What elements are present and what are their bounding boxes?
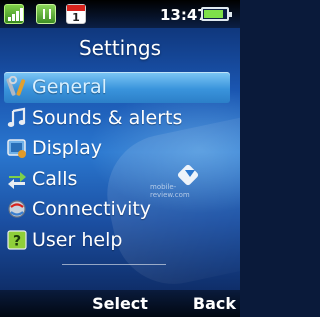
back-softkey[interactable]: Back	[193, 294, 236, 313]
wrench-screwdriver-icon	[6, 76, 28, 98]
settings-menu: General Sounds & alerts Display Calls Co…	[0, 72, 240, 255]
calendar-icon: 1	[66, 4, 86, 24]
svg-text:?: ?	[13, 233, 21, 249]
menu-item-label: Sounds & alerts	[32, 106, 183, 129]
call-arrows-icon	[6, 168, 28, 190]
menu-item-label: Display	[32, 137, 103, 160]
help-icon: ?	[6, 229, 28, 251]
menu-item-connectivity[interactable]: Connectivity	[0, 194, 240, 225]
menu-item-calls[interactable]: Calls	[0, 164, 240, 195]
phone-screen: 1 13:47 Settings General Sounds & alerts…	[0, 0, 240, 317]
calendar-day: 1	[72, 11, 80, 24]
page-title: Settings	[78, 36, 162, 60]
display-icon	[6, 137, 28, 159]
menu-item-user-help[interactable]: ? User help	[0, 225, 240, 256]
menu-item-label: Calls	[32, 167, 78, 190]
watermark-text: mobile-review.com	[150, 183, 190, 199]
music-note-icon	[6, 107, 28, 129]
divider	[62, 264, 166, 265]
menu-item-label: Connectivity	[32, 198, 152, 221]
watermark: mobile-review.com	[150, 163, 200, 199]
softkey-bar: Select Back	[0, 290, 240, 317]
watermark-arrow-icon	[185, 170, 195, 177]
gprs-icon	[36, 4, 56, 24]
menu-item-label: User help	[32, 228, 123, 251]
battery-fill	[204, 10, 223, 18]
status-bar: 1 13:47	[0, 0, 240, 28]
signal-icon	[4, 4, 24, 24]
connectivity-globe-icon	[6, 198, 28, 220]
menu-item-sounds-alerts[interactable]: Sounds & alerts	[0, 103, 240, 134]
menu-item-label: General	[32, 76, 107, 99]
menu-item-general[interactable]: General	[4, 72, 230, 103]
battery-icon	[201, 7, 232, 21]
menu-item-display[interactable]: Display	[0, 133, 240, 164]
